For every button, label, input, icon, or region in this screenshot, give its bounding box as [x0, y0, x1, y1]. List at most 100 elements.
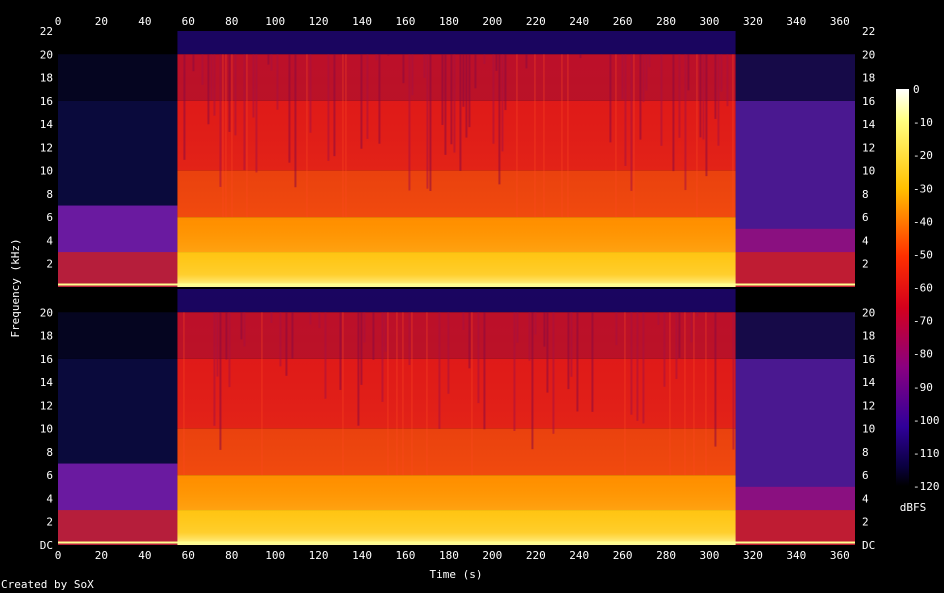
energy-gradient: [177, 289, 736, 545]
energy-gradient: [177, 31, 736, 287]
texture-stripe: [579, 54, 582, 59]
texture-stripe: [483, 54, 486, 65]
dc-line: [58, 541, 855, 544]
texture-stripe: [402, 54, 405, 84]
texture-stripe: [660, 54, 663, 146]
texture-stripe: [246, 54, 248, 218]
texture-stripe: [453, 54, 456, 153]
texture-stripe: [624, 54, 627, 166]
colorbar-ticks: 0 -10 -20 -30 -40 -50 -60 -70 -80 -90 -100 -110 -120: [913, 83, 940, 493]
texture-stripe: [429, 54, 432, 191]
texture-stripe: [216, 312, 219, 377]
texture-stripe: [642, 312, 645, 424]
texture-stripe: [306, 54, 308, 218]
texture-stripe: [624, 312, 626, 476]
texture-stripe: [255, 54, 258, 173]
x-tick-label-top: 280: [656, 15, 676, 28]
x-tick-label-top: 60: [182, 15, 195, 28]
x-tick-label-bottom: 180: [439, 549, 459, 562]
texture-stripe: [534, 54, 536, 218]
y-tick-label-left: 10: [40, 165, 53, 178]
y-tick-label-right: 22: [862, 25, 875, 38]
texture-stripe: [528, 312, 531, 361]
y-tick-label-right: 6: [862, 469, 869, 482]
bass-content: [58, 510, 178, 545]
x-tick-label-bottom: 360: [830, 549, 850, 562]
y-tick-label-right: 14: [862, 376, 876, 389]
x-tick-label-bottom: 340: [786, 549, 806, 562]
x-tick-label-bottom: 320: [743, 549, 763, 562]
texture-stripe: [339, 312, 342, 390]
y-tick-label-left: 14: [40, 376, 54, 389]
x-tick-label-top: 0: [55, 15, 62, 28]
x-tick-label-top: 40: [138, 15, 151, 28]
texture-stripe: [387, 312, 389, 476]
texture-stripe: [576, 312, 579, 412]
y-tick-label-right: 12: [862, 399, 875, 412]
texture-stripe: [633, 54, 635, 218]
texture-stripe: [234, 54, 237, 136]
texture-stripe: [288, 54, 291, 163]
texture-stripe: [516, 312, 519, 343]
spectrogram-panels: [58, 31, 855, 545]
y-tick-label-right: 16: [862, 95, 875, 108]
texture-stripe: [378, 54, 381, 144]
colorbar-tick-label: -40: [913, 215, 933, 228]
texture-stripe: [381, 312, 384, 402]
texture-stripe: [687, 54, 690, 91]
texture-stripe: [270, 54, 273, 71]
texture-stripe: [219, 312, 222, 450]
texture-stripe: [192, 54, 195, 72]
texture-stripe: [267, 54, 270, 65]
texture-stripe: [402, 312, 404, 476]
y-tick-label-left: DC: [40, 539, 53, 552]
texture-stripe: [201, 54, 204, 85]
texture-stripe: [444, 54, 447, 155]
texture-stripe: [468, 312, 471, 369]
colorbar-tick-label: -10: [913, 116, 933, 129]
texture-stripe: [693, 312, 695, 476]
texture-stripe: [228, 312, 231, 388]
texture-stripe: [621, 54, 624, 100]
bass-content: [58, 252, 178, 287]
y-tick-label-left: 22: [40, 25, 53, 38]
x-tick-label-top: 300: [700, 15, 720, 28]
x-tick-label-top: 140: [352, 15, 372, 28]
texture-stripe: [309, 54, 312, 133]
x-tick-label-top: 20: [95, 15, 108, 28]
colorbar-tick-label: -100: [913, 414, 940, 427]
texture-stripe: [678, 54, 681, 138]
texture-stripe: [225, 312, 228, 360]
colorbar-tick-label: -60: [913, 282, 933, 295]
spectrogram-figure: 0 20 40 60 80 100 120 140 160 180 200 220 240 260 280 3…: [9, 15, 940, 581]
texture-stripe: [732, 312, 735, 450]
texture-stripe: [669, 312, 671, 476]
y-tick-label-left: 4: [46, 492, 53, 505]
texture-stripe: [543, 312, 546, 347]
texture-stripe: [357, 312, 360, 426]
channel-panel-1: [58, 31, 855, 288]
texture-stripe: [342, 312, 344, 476]
x-tick-label-bottom: 220: [526, 549, 546, 562]
colorbar-label: dBFS: [900, 501, 927, 514]
texture-stripe: [498, 54, 501, 185]
texture-stripe: [222, 54, 224, 218]
colorbar-tick-label: -80: [913, 348, 933, 361]
texture-stripe: [252, 54, 255, 118]
texture-stripe: [426, 54, 429, 189]
x-tick-label-top: 220: [526, 15, 546, 28]
texture-stripe: [468, 54, 471, 128]
y-tick-label-left: 6: [46, 211, 53, 224]
texture-stripe: [615, 312, 618, 346]
texture-stripe: [714, 54, 717, 119]
texture-stripe: [207, 54, 210, 125]
y-tick-label-right: 2: [862, 516, 869, 529]
texture-stripe: [720, 54, 723, 92]
texture-stripe: [648, 54, 651, 68]
texture-stripe: [324, 312, 327, 399]
created-by-credit: Created by SoX: [1, 578, 94, 591]
x-tick-label-top: 340: [786, 15, 806, 28]
texture-stripe: [279, 312, 282, 367]
texture-stripe: [360, 312, 363, 385]
texture-stripe: [591, 312, 594, 412]
